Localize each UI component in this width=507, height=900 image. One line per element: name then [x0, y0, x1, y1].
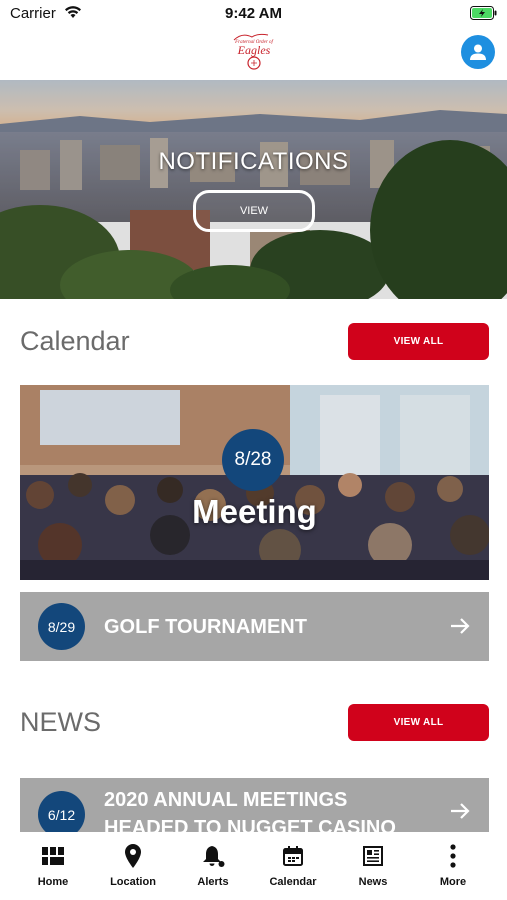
tab-home[interactable]: Home	[18, 844, 88, 888]
news-title-line-2: HEADED TO NUGGET CASINO	[104, 817, 396, 832]
user-icon	[470, 44, 486, 60]
bell-icon	[201, 844, 225, 868]
calendar-list-item[interactable]: 8/29 GOLF TOURNAMENT	[20, 592, 489, 661]
more-vertical-icon	[441, 844, 465, 868]
tab-calendar[interactable]: Calendar	[258, 844, 328, 888]
arrow-right-icon	[449, 800, 471, 827]
home-grid-icon	[41, 844, 65, 868]
notifications-view-button[interactable]: VIEW	[193, 190, 315, 232]
tab-location[interactable]: Location	[98, 844, 168, 888]
tab-more[interactable]: More	[418, 844, 488, 888]
newspaper-icon	[361, 844, 385, 868]
logo-wordmark: Eagles	[237, 43, 271, 57]
battery-charging-icon	[470, 6, 497, 20]
news-list-item[interactable]: 6/12 2020 ANNUAL MEETINGS HEADED TO NUGG…	[20, 778, 489, 832]
featured-event-title: Meeting	[192, 493, 317, 530]
eagles-logo[interactable]: Fraternal Order of Eagles	[228, 30, 280, 72]
notifications-title: NOTIFICATIONS	[158, 148, 349, 175]
event-title: GOLF TOURNAMENT	[104, 616, 307, 638]
tab-alerts[interactable]: Alerts	[178, 844, 248, 888]
news-view-all-button[interactable]: VIEW ALL	[348, 704, 489, 741]
app-header: Fraternal Order of Eagles	[0, 28, 507, 80]
location-pin-icon	[121, 844, 145, 868]
tab-calendar-label: Calendar	[269, 876, 317, 888]
profile-button[interactable]	[461, 35, 495, 69]
tab-more-label: More	[439, 876, 467, 888]
tab-news-label: News	[358, 876, 388, 888]
tab-location-label: Location	[110, 876, 156, 888]
featured-event-date-badge: 8/28	[222, 429, 284, 491]
calendar-heading: Calendar	[20, 326, 130, 356]
calendar-view-all-button[interactable]: VIEW ALL	[348, 323, 489, 360]
tab-news[interactable]: News	[338, 844, 408, 888]
notifications-banner[interactable]: NOTIFICATIONS VIEW	[0, 80, 507, 299]
news-heading: NEWS	[20, 707, 101, 737]
tab-alerts-label: Alerts	[197, 876, 229, 888]
bottom-tab-bar: Home Location Alerts Calendar News More	[0, 832, 507, 900]
news-date-badge: 6/12	[38, 791, 85, 832]
event-date-badge: 8/29	[38, 603, 85, 650]
status-bar: Carrier 9:42 AM	[0, 0, 507, 28]
news-title-line-1: 2020 ANNUAL MEETINGS	[104, 789, 348, 811]
featured-event-card[interactable]: 8/28 Meeting	[20, 385, 489, 580]
calendar-icon	[281, 844, 305, 868]
tab-home-label: Home	[37, 876, 69, 888]
arrow-right-icon	[449, 615, 471, 642]
status-time: 9:42 AM	[225, 5, 282, 22]
